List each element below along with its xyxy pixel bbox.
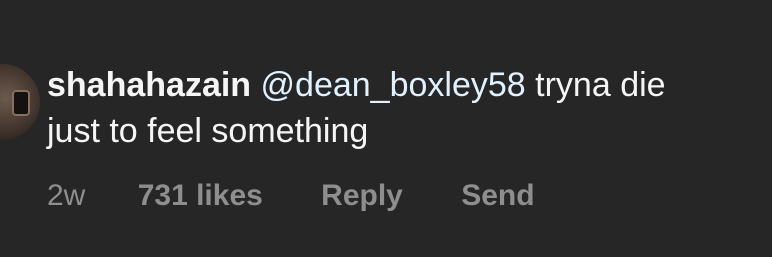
comment-timestamp: 2w [47, 179, 86, 212]
comment-body: shahahazain @dean_boxley58 tryna die jus… [47, 62, 772, 154]
avatar-image-detail [12, 90, 30, 116]
avatar[interactable] [0, 64, 40, 140]
send-button[interactable]: Send [461, 176, 534, 216]
comment-text-line1: tryna die [535, 66, 666, 104]
comment-mention[interactable]: @dean_boxley58 [261, 66, 526, 104]
reply-button[interactable]: Reply [321, 176, 403, 216]
comment-actions: 2w 731 likes Reply Send [47, 176, 535, 216]
likes-count[interactable]: 731 likes [138, 176, 263, 216]
comment-username[interactable]: shahahazain [47, 66, 251, 104]
comment-text-line2: just to feel something [47, 112, 369, 150]
comment-item: shahahazain @dean_boxley58 tryna die jus… [0, 0, 772, 257]
